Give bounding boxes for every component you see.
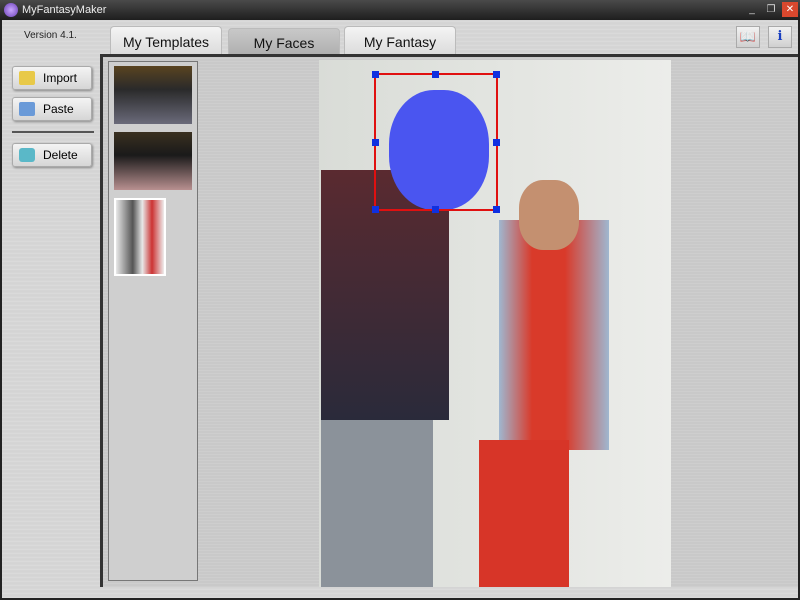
version-label: Version 4.1. <box>24 30 77 41</box>
close-button[interactable]: ✕ <box>782 2 798 17</box>
folder-icon <box>19 71 35 85</box>
import-label: Import <box>43 71 78 85</box>
delete-label: Delete <box>43 148 78 162</box>
man-jeans <box>321 420 433 587</box>
resize-handle[interactable] <box>372 71 379 78</box>
face-selection-box[interactable] <box>372 71 500 213</box>
resize-handle[interactable] <box>432 71 439 78</box>
thumbnail-group-photo-1[interactable] <box>114 66 192 124</box>
thumbnail-couple-photo[interactable] <box>114 198 166 276</box>
delete-button[interactable]: Delete <box>12 143 92 167</box>
app-window: Version 4.1. My Templates My Faces My Fa… <box>2 20 798 598</box>
woman-pants <box>479 440 569 587</box>
woman-top <box>499 220 609 450</box>
import-button[interactable]: Import <box>12 66 92 90</box>
paste-button[interactable]: Paste <box>12 97 92 121</box>
tab-my-templates[interactable]: My Templates <box>110 26 222 54</box>
info-button[interactable]: i <box>768 26 792 48</box>
window-title: MyFantasyMaker <box>22 4 107 16</box>
minimize-button[interactable]: _ <box>744 2 760 17</box>
clipboard-icon <box>19 102 35 116</box>
recycle-bin-icon <box>19 148 35 162</box>
help-button[interactable]: 📖 <box>736 26 760 48</box>
thumbnail-group-photo-2[interactable] <box>114 132 192 190</box>
restore-button[interactable]: ❐ <box>763 2 779 17</box>
face-editor-photo[interactable] <box>319 60 671 587</box>
sidebar-divider <box>12 131 94 133</box>
app-logo-icon <box>4 3 18 17</box>
resize-handle[interactable] <box>372 206 379 213</box>
resize-handle[interactable] <box>493 71 500 78</box>
paste-label: Paste <box>43 102 74 116</box>
title-bar: MyFantasyMaker _ ❐ ✕ <box>0 0 800 20</box>
faces-panel <box>100 54 798 587</box>
thumbnail-list[interactable] <box>108 61 198 581</box>
book-icon: 📖 <box>739 29 757 44</box>
resize-handle[interactable] <box>372 139 379 146</box>
woman-face <box>519 180 579 250</box>
resize-handle[interactable] <box>432 206 439 213</box>
tab-my-fantasy[interactable]: My Fantasy <box>344 26 456 54</box>
resize-handle[interactable] <box>493 206 500 213</box>
info-icon: i <box>777 29 783 44</box>
resize-handle[interactable] <box>493 139 500 146</box>
tab-my-faces[interactable]: My Faces <box>228 28 340 54</box>
